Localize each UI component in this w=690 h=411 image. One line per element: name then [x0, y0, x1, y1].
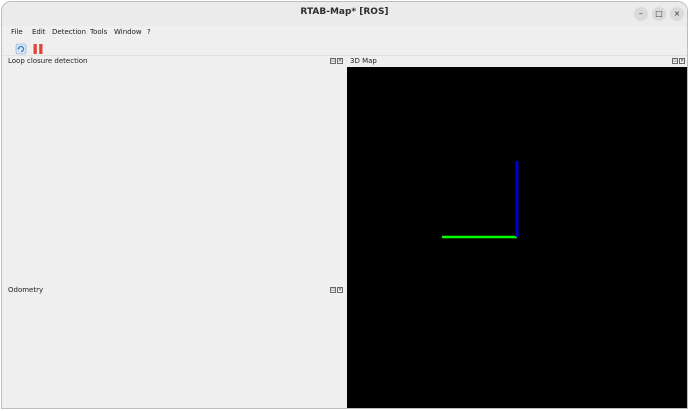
window-title: RTAB-Map* [ROS] [300, 7, 389, 17]
map3d-viewport[interactable] [347, 67, 687, 408]
menu-file[interactable]: File [11, 26, 23, 38]
refresh-button[interactable] [15, 40, 27, 55]
menu-bar: File Edit Detection Tools Window ? [2, 26, 687, 38]
loop-closure-close-button[interactable]: × [337, 58, 343, 64]
loop-closure-panel [6, 66, 346, 284]
menu-help[interactable]: ? [147, 26, 151, 38]
minimize-button[interactable]: – [634, 7, 648, 21]
menu-detection[interactable]: Detection [52, 26, 86, 38]
close-button[interactable]: × [670, 7, 684, 21]
menu-tools[interactable]: Tools [90, 26, 107, 38]
odometry-close-button[interactable]: × [337, 287, 343, 293]
odometry-panel-title: Odometry [8, 286, 44, 294]
loop-closure-float-button[interactable]: ▫ [330, 58, 336, 64]
map3d-panel-title: 3D Map [350, 57, 377, 65]
map3d-axes [442, 161, 519, 239]
odometry-float-button[interactable]: ▫ [330, 287, 336, 293]
menu-edit[interactable]: Edit [32, 26, 46, 38]
refresh-icon [15, 43, 27, 55]
pause-button[interactable] [32, 40, 44, 54]
app-window: RTAB-Map* [ROS] – □ × File Edit Detectio… [1, 1, 688, 409]
title-bar[interactable]: RTAB-Map* [ROS] – □ × [2, 2, 687, 26]
toolbar [2, 38, 687, 56]
map3d-float-button[interactable]: ▫ [672, 58, 678, 64]
loop-closure-panel-title: Loop closure detection [8, 57, 88, 65]
odometry-panel [6, 295, 346, 407]
pause-icon [33, 44, 43, 54]
menu-window[interactable]: Window [114, 26, 142, 38]
map3d-close-button[interactable]: × [679, 58, 685, 64]
maximize-button[interactable]: □ [652, 7, 666, 21]
